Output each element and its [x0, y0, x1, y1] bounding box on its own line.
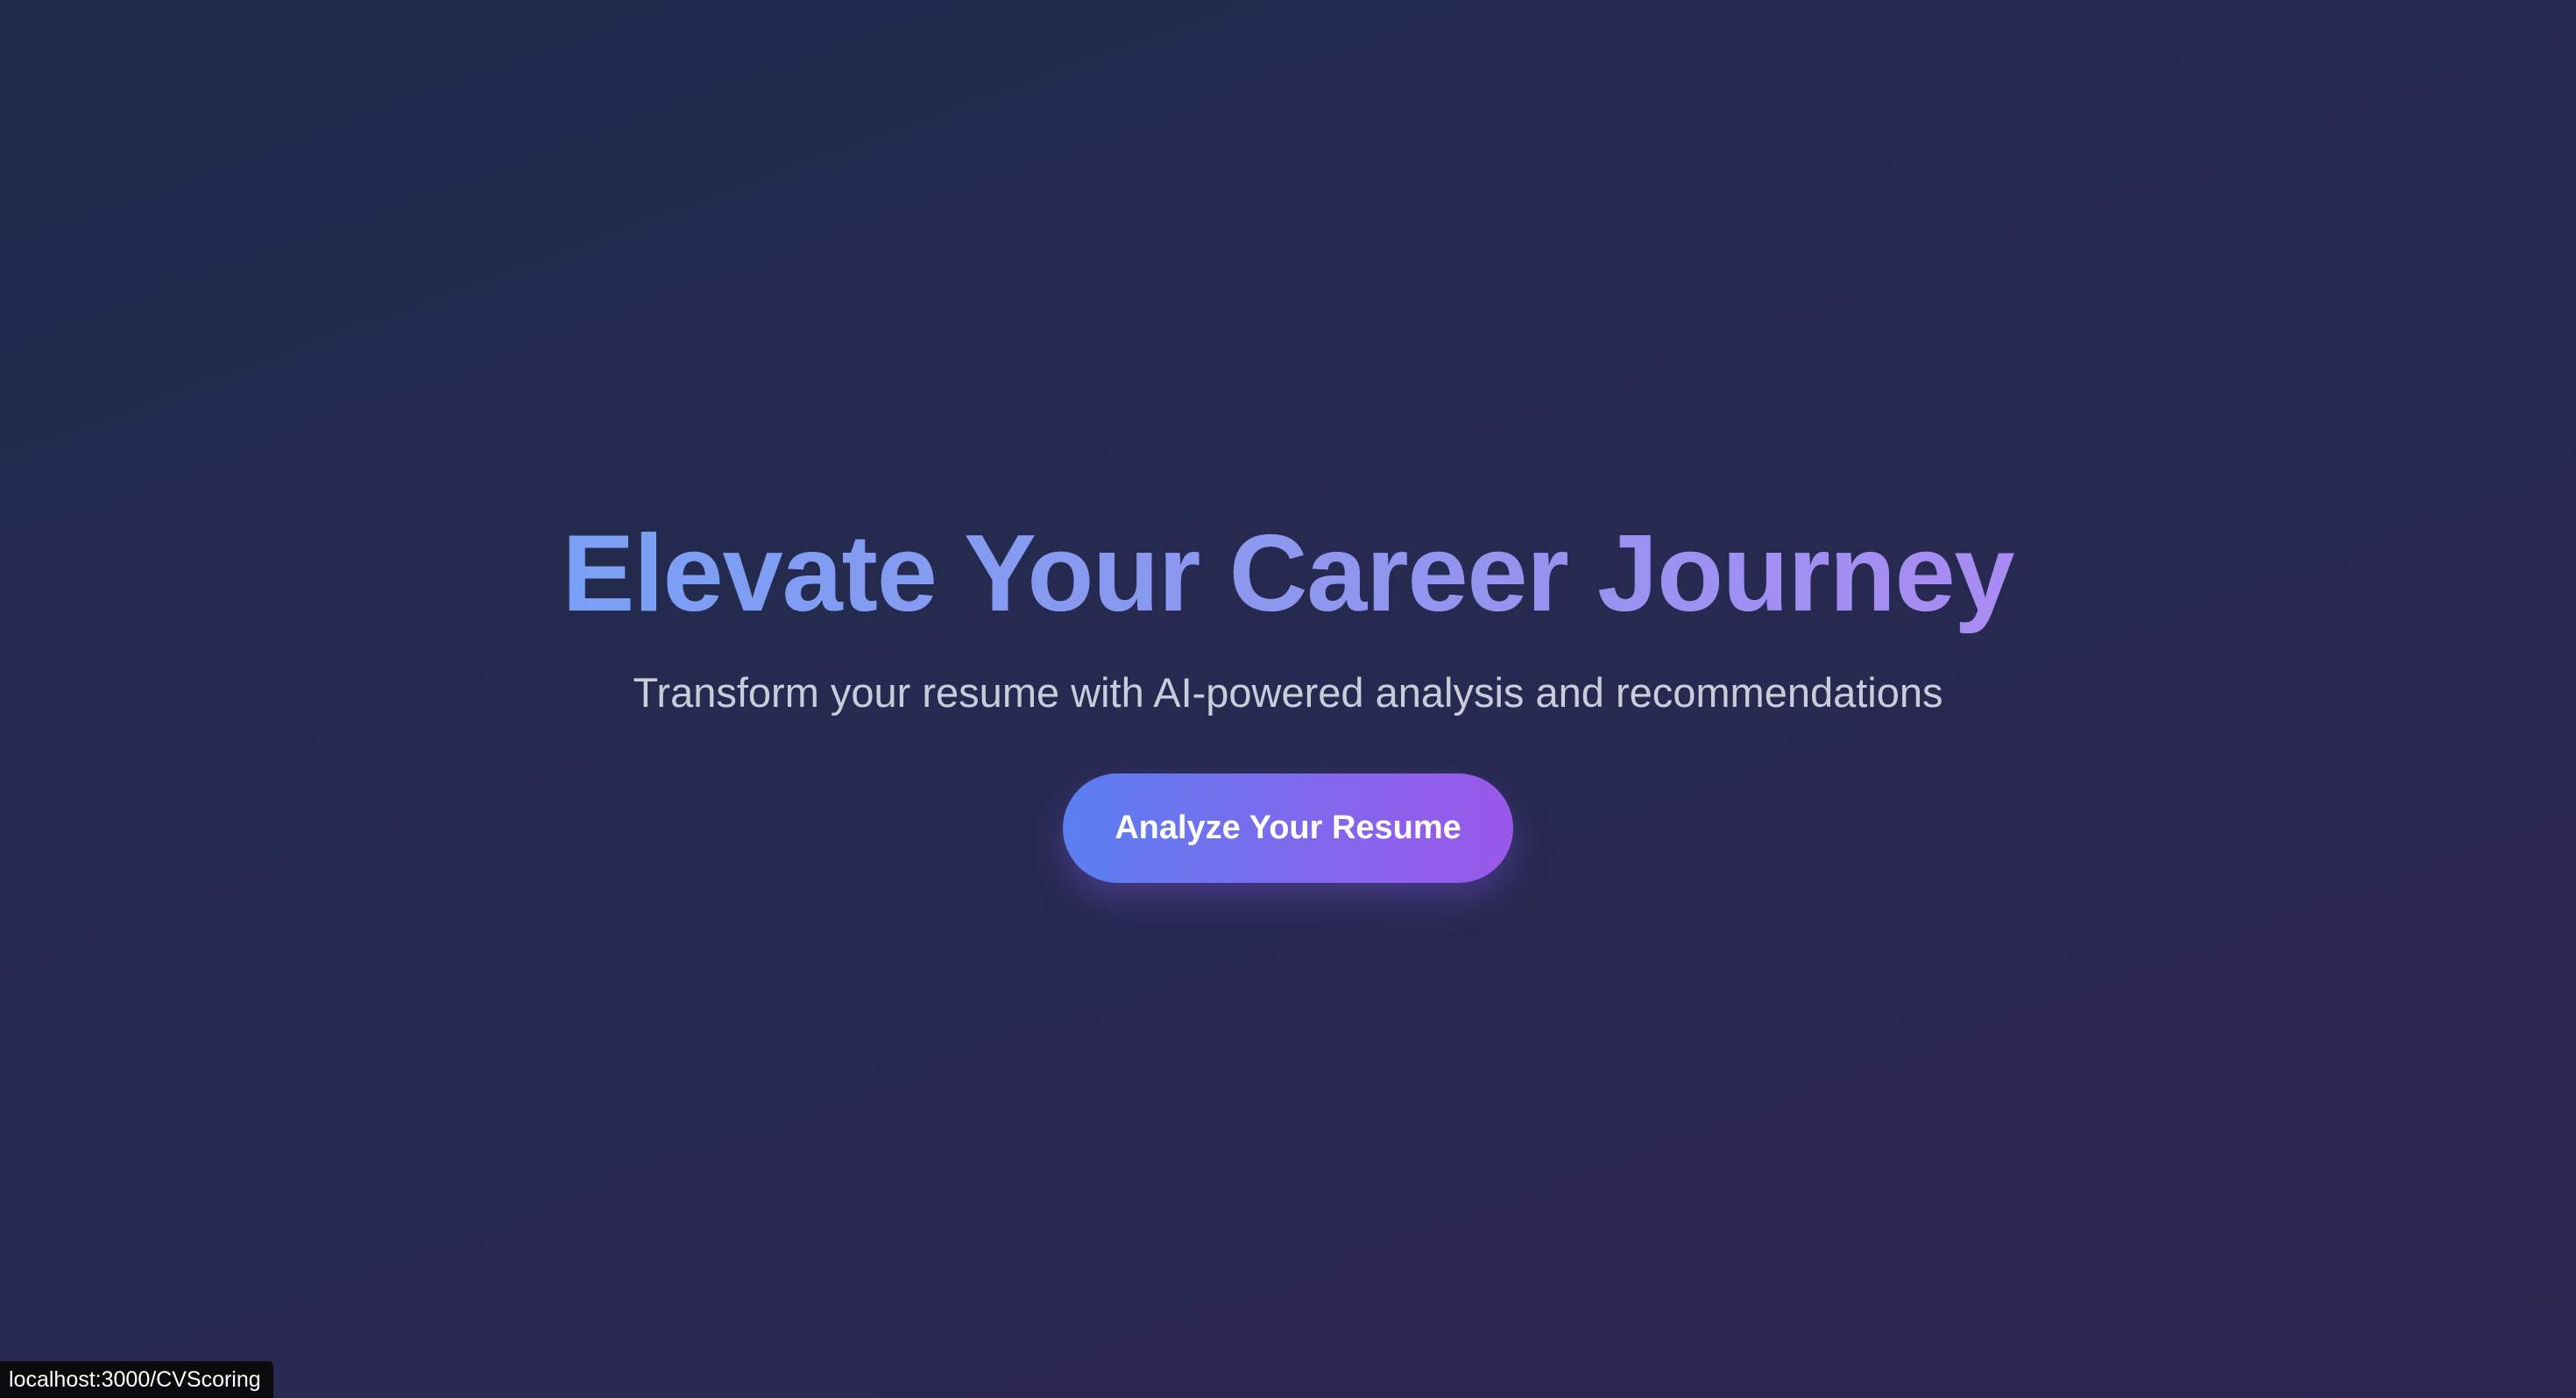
hero-title: Elevate Your Career Journey: [0, 508, 2576, 639]
hero-section: Elevate Your Career Journey Transform yo…: [0, 0, 2576, 1398]
link-preview-status-bar: localhost:3000/CVScoring: [0, 1361, 273, 1398]
hero-subtitle: Transform your resume with AI-powered an…: [633, 669, 1943, 716]
hero-title-text: Elevate Your Career Journey: [562, 513, 2015, 634]
analyze-resume-button[interactable]: Analyze Your Resume: [1063, 773, 1513, 883]
